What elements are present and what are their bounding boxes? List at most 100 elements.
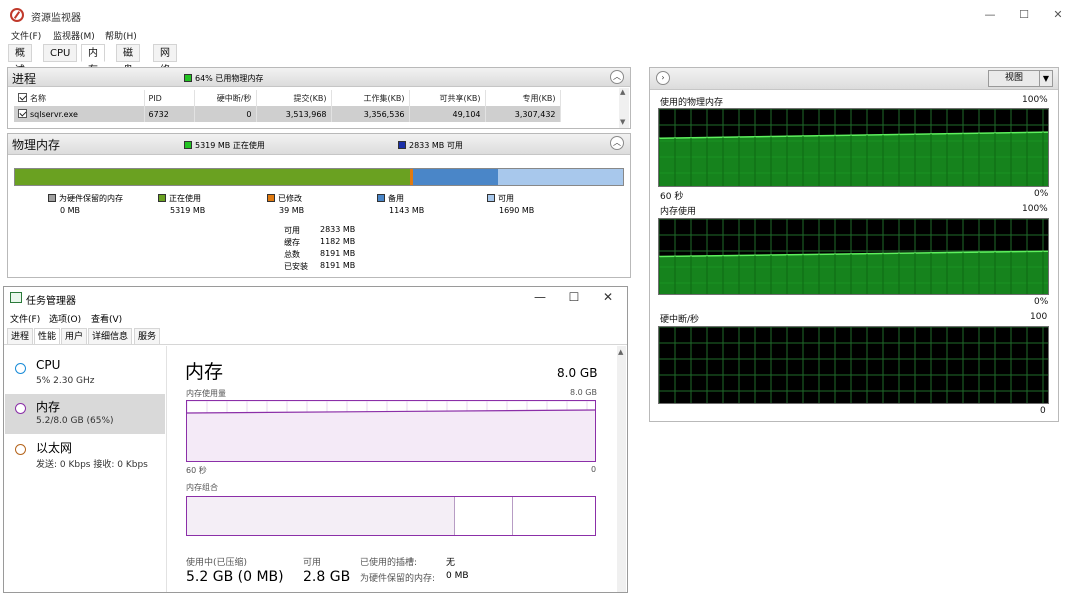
tm-minimize-icon[interactable]: — <box>524 290 556 304</box>
stat-available-value: 2.8 GB <box>303 569 351 585</box>
tab-disk[interactable]: 磁盘 <box>116 44 140 76</box>
summary-available-label: 可用 <box>284 226 300 235</box>
sidebar-item-cpu[interactable]: CPU 5% 2.30 GHz <box>5 354 165 394</box>
legend-standby-value: 1143 MB <box>389 206 425 215</box>
process-scrollbar[interactable]: ▲ ▼ <box>619 88 629 128</box>
hard-faults-graph <box>658 326 1049 404</box>
memory-status-dot-icon <box>15 403 26 414</box>
process-panel-header[interactable]: 进程 64% 已用物理内存 ︿ <box>8 68 630 87</box>
green-square-icon <box>184 74 192 82</box>
lightblue-square-icon <box>487 194 495 202</box>
graph3-max: 100 <box>1030 312 1048 322</box>
sidebar-ethernet-name: 以太网 <box>36 441 73 455</box>
collapse-up-icon[interactable]: ︿ <box>610 136 624 150</box>
composition-label: 内存组合 <box>186 483 218 492</box>
in-use-legend: 5319 MB 正在使用 <box>184 140 265 151</box>
tm-menu-options[interactable]: 选项(O) <box>49 312 81 325</box>
scroll-up-icon[interactable]: ▲ <box>620 88 625 96</box>
graph1-max: 100% <box>1022 95 1048 105</box>
available-legend: 2833 MB 可用 <box>398 140 463 151</box>
table-header-row: 名称 PID 硬中断/秒 提交(KB) 工作集(KB) 可共享(KB) 专用(K… <box>14 90 561 106</box>
process-shareable: 49,104 <box>409 106 486 122</box>
usage-legend: 64% 已用物理内存 <box>184 73 263 84</box>
tm-tab-details[interactable]: 详细信息 <box>88 328 133 345</box>
scroll-down-icon[interactable]: ▼ <box>620 118 625 126</box>
menu-monitor[interactable]: 监视器(M) <box>53 29 95 42</box>
menu-help[interactable]: 帮助(H) <box>105 29 137 42</box>
process-working-set: 3,356,536 <box>331 106 410 122</box>
summary-total-value: 8191 MB <box>320 249 356 258</box>
collapse-up-icon[interactable]: ︿ <box>610 70 624 84</box>
task-manager-icon <box>10 292 22 303</box>
sidebar-ethernet-sub: 发送: 0 Kbps 接收: 0 Kbps <box>36 460 148 470</box>
tm-scroll-up-icon[interactable]: ▲ <box>618 348 623 356</box>
col-commit[interactable]: 提交(KB) <box>256 90 332 106</box>
mem-bar-standby <box>412 169 498 185</box>
rm-title-bar: 资源监视器 — ☐ ✕ <box>0 0 1080 30</box>
physical-memory-title: 物理内存 <box>12 138 61 152</box>
memory-usage-graph <box>658 218 1049 295</box>
tm-tab-performance[interactable]: 性能 <box>34 328 61 345</box>
graphs-panel-header: › 视图 ▼ <box>650 68 1058 90</box>
process-pid: 6732 <box>144 106 195 122</box>
mem-bar-in-use <box>15 169 410 185</box>
sidebar-item-memory[interactable]: 内存 5.2/8.0 GB (65%) <box>5 394 165 434</box>
tm-tab-processes[interactable]: 进程 <box>7 328 34 345</box>
col-name[interactable]: 名称 <box>30 94 46 103</box>
mem-bar-free <box>497 169 623 185</box>
tab-cpu[interactable]: CPU <box>43 44 78 62</box>
graph1-time-label: 60 秒 <box>660 192 684 202</box>
green-square-icon <box>158 194 166 202</box>
legend-in-use-value: 5319 MB <box>170 206 206 215</box>
legend-free: 可用 1690 MB <box>487 193 534 215</box>
legend-modified: 已修改 39 MB <box>267 193 304 215</box>
col-working-set[interactable]: 工作集(KB) <box>331 90 410 106</box>
physical-memory-panel: 物理内存 5319 MB 正在使用 2833 MB 可用 ︿ 为硬件保留的内存 … <box>7 133 631 278</box>
graph2-max: 100% <box>1022 204 1048 214</box>
expand-right-icon[interactable]: › <box>656 71 670 85</box>
process-panel: 进程 64% 已用物理内存 ︿ 名称 PID 硬中断/秒 提交(KB) 工作集(… <box>7 67 631 129</box>
tm-menu-view[interactable]: 查看(V) <box>91 312 122 325</box>
summary-available-value: 2833 MB <box>320 225 356 234</box>
view-dropdown-icon[interactable]: ▼ <box>1039 70 1053 87</box>
resource-monitor-icon <box>10 8 24 22</box>
table-row[interactable]: sqlservr.exe 6732 0 3,513,968 3,356,536 … <box>14 106 561 122</box>
physical-memory-header[interactable]: 物理内存 5319 MB 正在使用 2833 MB 可用 ︿ <box>8 134 630 155</box>
tab-memory[interactable]: 内存 <box>81 44 105 76</box>
tm-menu-file[interactable]: 文件(F) <box>10 312 40 325</box>
physical-memory-graph <box>658 108 1049 187</box>
tm-close-icon[interactable]: ✕ <box>592 290 624 304</box>
cpu-status-dot-icon <box>15 363 26 374</box>
col-private[interactable]: 专用(KB) <box>485 90 561 106</box>
col-hard-faults[interactable]: 硬中断/秒 <box>194 90 257 106</box>
maximize-icon[interactable]: ☐ <box>1009 5 1039 25</box>
usage-area <box>659 251 1048 294</box>
process-private: 3,307,432 <box>485 106 561 122</box>
view-button[interactable]: 视图 <box>988 70 1040 87</box>
tm-scrollbar[interactable]: ▲ <box>617 346 626 592</box>
minimize-icon[interactable]: — <box>975 5 1005 25</box>
tm-tab-users[interactable]: 用户 <box>61 328 88 345</box>
sidebar-cpu-name: CPU <box>36 358 61 372</box>
tm-tab-services[interactable]: 服务 <box>134 328 161 345</box>
summary-cached-label: 缓存 <box>284 238 300 247</box>
task-manager-window: 任务管理器 — ☐ ✕ 文件(F) 选项(O) 查看(V) 进程 性能 用户 详… <box>3 286 628 593</box>
tab-overview[interactable]: 概述 <box>8 44 32 76</box>
sidebar-item-ethernet[interactable]: 以太网 发送: 0 Kbps 接收: 0 Kbps <box>5 435 165 475</box>
tab-network[interactable]: 网络 <box>153 44 177 76</box>
menu-file[interactable]: 文件(F) <box>11 29 41 42</box>
row-checkbox[interactable] <box>18 109 27 118</box>
col-shareable[interactable]: 可共享(KB) <box>409 90 486 106</box>
summary-installed-label: 已安装 <box>284 262 308 271</box>
col-pid[interactable]: PID <box>144 90 195 106</box>
memory-composition-bar <box>14 168 624 186</box>
usage-axis-right: 0 <box>591 465 597 474</box>
select-all-checkbox[interactable] <box>18 92 27 102</box>
tm-window-title: 任务管理器 <box>26 296 76 307</box>
reserved-label: 为硬件保留的内存: <box>360 574 436 584</box>
tm-maximize-icon[interactable]: ☐ <box>558 290 590 304</box>
graph3-min: 0 <box>1040 406 1046 416</box>
process-hard-faults: 0 <box>194 106 257 122</box>
close-icon[interactable]: ✕ <box>1043 5 1073 25</box>
usage-axis-left: 60 秒 <box>186 466 207 475</box>
